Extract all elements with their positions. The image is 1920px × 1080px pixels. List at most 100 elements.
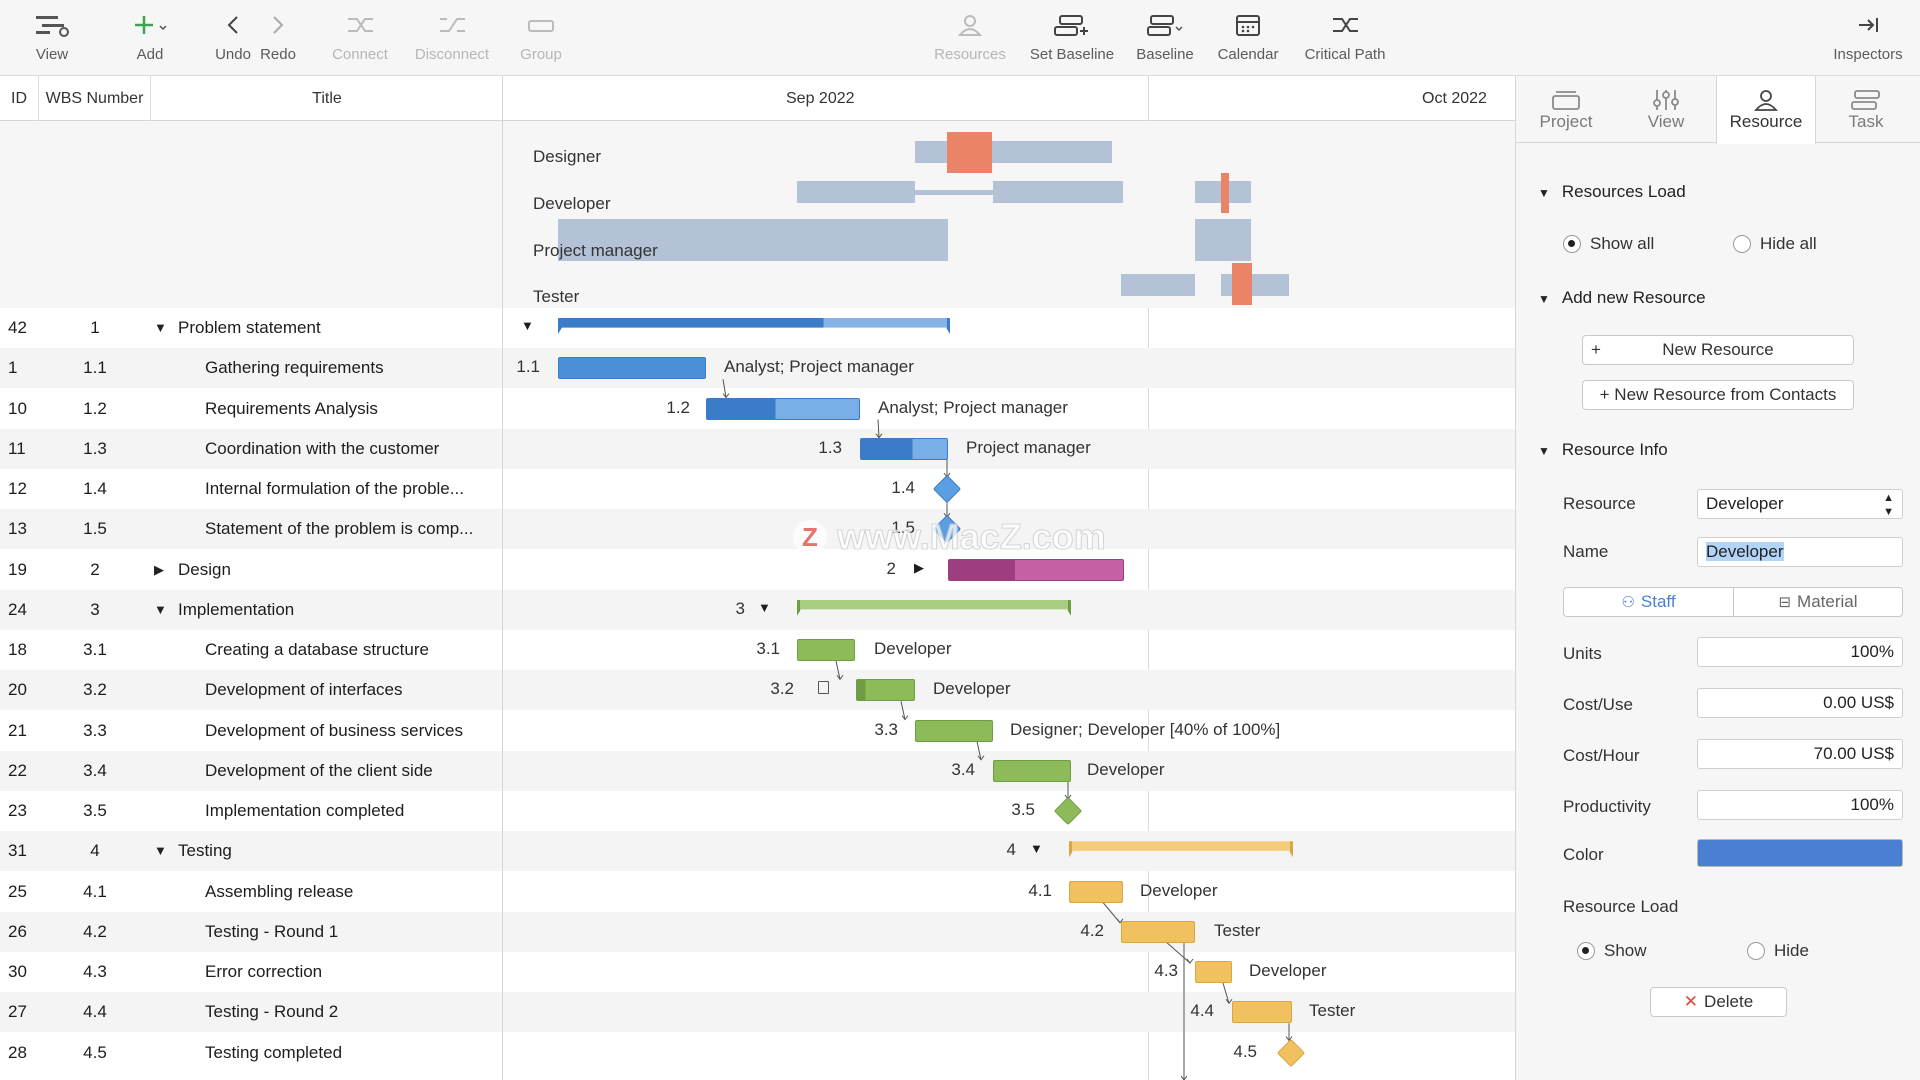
disclosure-expanded-icon[interactable]: ▼ xyxy=(154,831,167,871)
task-bar-4-4[interactable] xyxy=(1232,1001,1292,1024)
connect-button[interactable]: Connect xyxy=(330,8,390,72)
add-button[interactable]: Add xyxy=(130,8,170,72)
redo-button[interactable]: Redo xyxy=(258,8,298,72)
summary-bar-design[interactable] xyxy=(948,558,1124,581)
table-row[interactable]: 20 3.2 Development of interfaces xyxy=(0,670,502,711)
task-bar-1-1[interactable] xyxy=(558,357,706,380)
baseline-icon xyxy=(1145,8,1185,42)
new-resource-button[interactable]: + New Resource xyxy=(1582,335,1854,365)
task-title: Testing - Round 2 xyxy=(205,1002,339,1022)
disclosure-collapsed-icon[interactable]: ▶ xyxy=(154,550,164,590)
task-wbs: 3.4 xyxy=(83,760,107,780)
collapse-group-icon[interactable]: ▼ xyxy=(1030,841,1043,856)
table-row[interactable]: 27 4.4 Testing - Round 2 xyxy=(0,992,502,1033)
task-wbs: 1.5 xyxy=(83,519,107,539)
table-row[interactable]: 26 4.2 Testing - Round 1 xyxy=(0,911,502,952)
resource-select[interactable]: Developer ▲ ▼ xyxy=(1697,489,1903,519)
table-row[interactable]: 18 3.1 Creating a database structure xyxy=(0,630,502,670)
task-bar-4-2[interactable] xyxy=(1121,920,1195,943)
task-bar-3-3[interactable] xyxy=(915,719,993,742)
table-row[interactable]: 28 4.5 Testing completed xyxy=(0,1033,502,1073)
task-bar-3-2[interactable] xyxy=(856,679,915,702)
task-wbs: 1.1 xyxy=(83,358,107,378)
new-resource-from-contacts-button[interactable]: + New Resource from Contacts xyxy=(1582,380,1854,410)
table-row[interactable]: 23 3.5 Implementation completed xyxy=(0,791,502,831)
tab-task[interactable]: Task xyxy=(1816,76,1916,143)
cost-hour-field[interactable]: 70.00 US$ xyxy=(1697,739,1903,769)
table-header: ID WBS Number Title xyxy=(0,76,502,121)
task-bar-1-2[interactable] xyxy=(706,397,860,420)
resources-button[interactable]: Resources xyxy=(930,8,1010,72)
critical-path-button[interactable]: Critical Path xyxy=(1300,8,1390,72)
resources-load-section[interactable]: ▼ Resources Load xyxy=(1538,182,1686,202)
add-new-resource-section[interactable]: ▼ Add new Resource xyxy=(1538,288,1706,308)
task-bar-3-1[interactable] xyxy=(797,639,855,661)
material-segment[interactable]: ⊟ Material xyxy=(1733,587,1903,617)
resource-load-spacer xyxy=(0,121,502,308)
table-row[interactable]: 1 1.1 Gathering requirements xyxy=(0,348,502,389)
calendar-button[interactable]: Calendar xyxy=(1216,8,1280,72)
tab-view[interactable]: View xyxy=(1616,76,1716,143)
collapse-group-icon[interactable]: ▼ xyxy=(758,600,771,615)
collapse-group-icon[interactable]: ▼ xyxy=(521,318,534,333)
undo-button[interactable]: Undo xyxy=(213,8,253,72)
table-row[interactable]: 13 1.5 Statement of the problem is comp... xyxy=(0,509,502,550)
task-id: 20 xyxy=(8,680,27,700)
resource-load-block xyxy=(947,132,992,173)
table-row[interactable]: 21 3.3 Development of business services xyxy=(0,711,502,751)
name-input[interactable]: Developer xyxy=(1697,537,1903,567)
table-row[interactable]: 30 4.3 Error correction xyxy=(0,952,502,992)
show-all-label: Show all xyxy=(1590,234,1655,253)
set-baseline-button[interactable]: Set Baseline xyxy=(1027,8,1117,72)
cost-use-field[interactable]: 0.00 US$ xyxy=(1697,688,1903,718)
resource-load-label-developer: Developer xyxy=(533,194,611,213)
column-header-title[interactable]: Title xyxy=(151,76,502,121)
table-row[interactable]: 22 3.4 Development of the client side xyxy=(0,750,502,791)
plus-icon xyxy=(130,8,170,42)
delete-button[interactable]: ✕ Delete xyxy=(1650,987,1787,1017)
resource-load-hide-radio[interactable]: Hide xyxy=(1747,941,1809,961)
task-bar-3-4[interactable] xyxy=(993,759,1071,782)
color-well[interactable] xyxy=(1697,839,1903,867)
resource-load-block xyxy=(992,141,1112,163)
view-button[interactable]: View xyxy=(12,8,92,72)
task-title: Assembling release xyxy=(205,881,354,901)
table-row[interactable]: 19 2 ▶ Design xyxy=(0,550,502,590)
task-bar-1-3[interactable] xyxy=(860,437,948,460)
staff-segment[interactable]: ⚇ Staff xyxy=(1563,587,1734,617)
tab-resource[interactable]: Resource xyxy=(1716,76,1816,144)
productivity-field[interactable]: 100% xyxy=(1697,790,1903,820)
person-icon xyxy=(950,8,990,42)
disclosure-expanded-icon[interactable]: ▼ xyxy=(154,590,167,630)
task-icon xyxy=(1851,89,1880,110)
table-row[interactable]: 31 4 ▼ Testing xyxy=(0,831,502,872)
disconnect-button[interactable]: Disconnect xyxy=(412,8,492,72)
resource-info-section[interactable]: ▼ Resource Info xyxy=(1538,440,1668,460)
column-header-wbs[interactable]: WBS Number xyxy=(39,76,151,121)
table-row[interactable]: 10 1.2 Requirements Analysis xyxy=(0,389,502,429)
table-row[interactable]: 12 1.4 Internal formulation of the proble.… xyxy=(0,469,502,509)
table-row[interactable]: 24 3 ▼ Implementation xyxy=(0,589,502,630)
table-row[interactable]: 42 1 ▼ Problem statement xyxy=(0,308,502,348)
table-row[interactable]: 25 4.1 Assembling release xyxy=(0,872,502,912)
show-all-radio[interactable]: Show all xyxy=(1563,234,1654,254)
units-field[interactable]: 100% xyxy=(1697,637,1903,667)
disclosure-expanded-icon[interactable]: ▼ xyxy=(154,308,167,348)
table-row[interactable]: 11 1.3 Coordination with the customer xyxy=(0,428,502,469)
gantt-row xyxy=(503,469,1515,509)
set-baseline-icon xyxy=(1052,8,1092,42)
task-bar-4-3[interactable] xyxy=(1195,961,1232,983)
inspectors-button[interactable]: Inspectors xyxy=(1828,8,1908,72)
task-bar-4-1[interactable] xyxy=(1069,880,1123,903)
expand-group-icon[interactable]: ▶ xyxy=(914,560,924,576)
resource-load-show-radio[interactable]: Show xyxy=(1577,941,1647,961)
hide-all-radio[interactable]: Hide all xyxy=(1733,234,1817,254)
baseline-button[interactable]: Baseline xyxy=(1135,8,1195,72)
task-id: 24 xyxy=(8,599,27,619)
column-header-id[interactable]: ID xyxy=(0,76,39,121)
tab-project[interactable]: Project xyxy=(1516,76,1616,143)
group-button[interactable]: Group xyxy=(520,8,562,72)
task-wbs: 3.2 xyxy=(83,680,107,700)
gantt-chart: Sep 2022 Oct 2022 Designer Developer Pro… xyxy=(503,76,1515,1080)
note-icon[interactable] xyxy=(818,681,829,695)
